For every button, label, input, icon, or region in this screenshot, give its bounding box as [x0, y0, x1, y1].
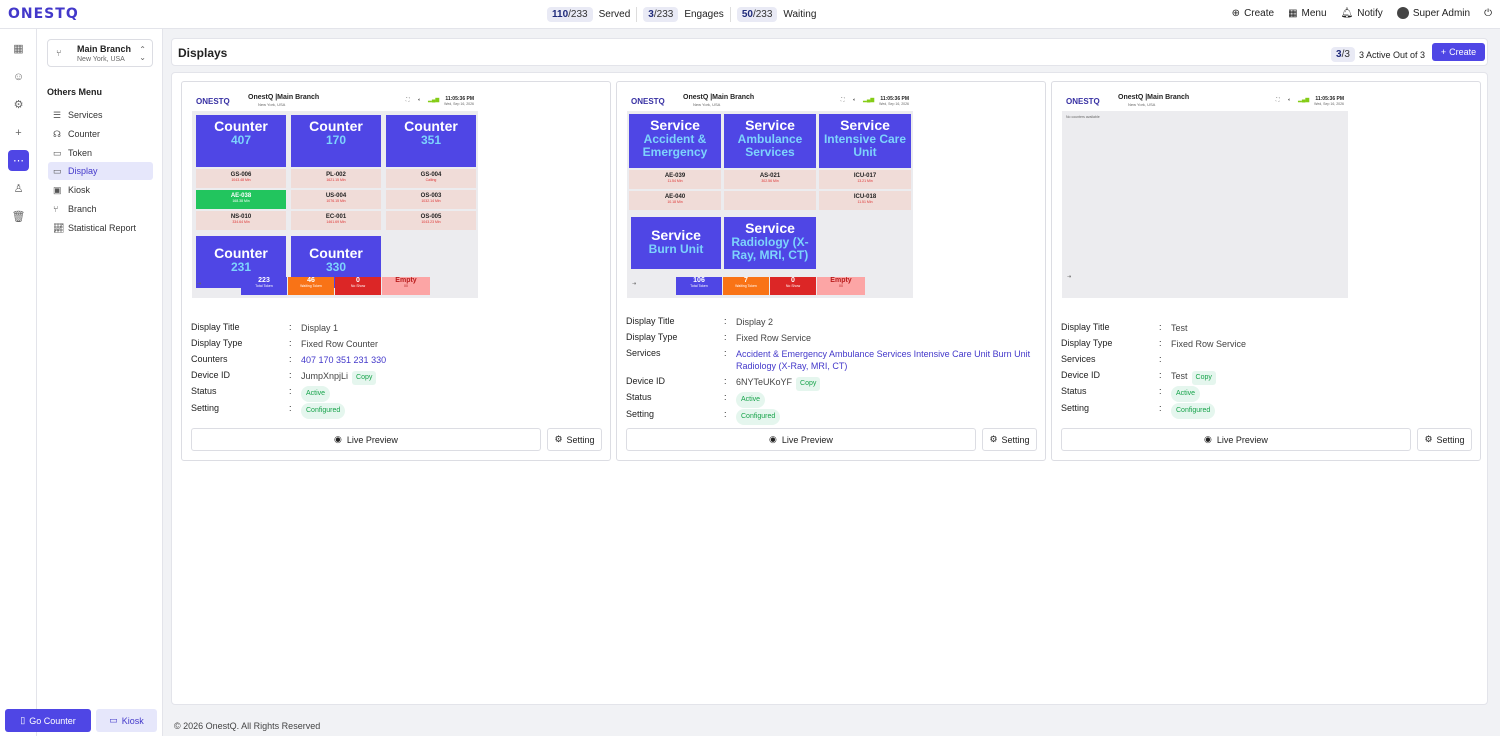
gear-icon: ⚙ [554, 434, 563, 444]
signal-icon: ▂▄▆ [863, 97, 875, 103]
settings-icon[interactable]: ⚙ [8, 94, 29, 115]
signal-icon: ▂▄▆ [1298, 97, 1310, 103]
bell-icon: 🔔︎ [1340, 7, 1354, 19]
trash-icon[interactable]: 🗑︎ [8, 206, 29, 227]
fullscreen-icon: ⛶ [841, 97, 845, 103]
sidebar-item-token[interactable]: ▭ Token [48, 144, 153, 162]
dashboard-icon[interactable]: ▦ [8, 38, 29, 59]
add-icon[interactable]: + [8, 122, 29, 143]
stat-engages: 3/233 Engages [643, 7, 731, 22]
kiosk-button[interactable]: ▭ Kiosk [96, 709, 157, 732]
stat-served: 110/233 Served [547, 7, 638, 22]
branch-icon: ⑂ [56, 48, 62, 58]
more-icon[interactable]: ⋯ [8, 150, 29, 171]
sidebar: ⑂ Main Branch New York, USA ⌃ ⌄ Others Me… [37, 29, 163, 736]
fullscreen-icon: ⛶ [1276, 97, 1280, 103]
live-preview-button[interactable]: ◉ Live Preview [626, 428, 976, 451]
plus-circle-icon: ⊕ [1231, 7, 1241, 19]
speaker-icon: 🔈︎ [418, 97, 422, 103]
sidebar-item-branch[interactable]: ⑂ Branch [48, 200, 153, 218]
plus-icon: + [1440, 47, 1447, 57]
status-badge: Active [736, 392, 766, 408]
setting-badge: Configured [301, 403, 346, 419]
gear-icon: ⚙ [1424, 434, 1433, 444]
status-badge: Active [1171, 386, 1201, 402]
report-icon: 📈︎ [53, 222, 65, 233]
copy-button[interactable]: Copy [1191, 371, 1216, 385]
user-menu[interactable]: Super Admin [1396, 7, 1470, 19]
speaker-icon: 🔈︎ [853, 97, 857, 103]
eye-icon: ◉ [334, 434, 342, 444]
setting-badge: Configured [736, 409, 781, 425]
top-bar: ONESTQ 110/233 Served 3/233 Engages 50/233… [0, 0, 1500, 29]
display-card: ONESTQ OnestQ |Main Branch New York, USA… [181, 81, 611, 461]
icon-rail: ▦ ☺ ⚙ + ⋯ ♙ 🗑︎ [0, 29, 37, 736]
live-preview-button[interactable]: ◉ Live Preview [191, 428, 541, 451]
setting-button[interactable]: ⚙ Setting [1417, 428, 1472, 451]
app-logo[interactable]: ONESTQ [8, 6, 79, 22]
user-icon[interactable]: ☺ [8, 66, 29, 87]
display-card: ONESTQ OnestQ |Main Branch New York, USA… [616, 81, 1046, 461]
eye-icon: ◉ [769, 434, 777, 444]
status-badge: Active [301, 386, 331, 402]
counter-icon: ▯ [20, 715, 26, 725]
speaker-icon: 🔈︎ [1288, 97, 1292, 103]
setting-button[interactable]: ⚙ Setting [547, 428, 602, 451]
signal-icon: ▂▄▆ [428, 97, 440, 103]
go-counter-button[interactable]: ▯ Go Counter [5, 709, 91, 732]
display-preview[interactable]: ONESTQ OnestQ |Main Branch New York, USA… [1062, 91, 1348, 298]
profile-icon[interactable]: ♙ [8, 178, 29, 199]
copyright: © 2026 OnestQ. All Rights Reserved [174, 721, 321, 731]
branch-selector[interactable]: ⑂ Main Branch New York, USA ⌃ ⌄ [47, 39, 153, 67]
page-title: Displays [178, 46, 228, 60]
kiosk-icon: ▣ [53, 184, 62, 195]
exit-icon: ⇥ [197, 281, 202, 287]
empty-message: No counters available [1066, 115, 1100, 119]
display-icon: ▭ [53, 165, 62, 176]
setting-button[interactable]: ⚙ Setting [982, 428, 1037, 451]
top-actions: ⊕ Create ▦ Menu 🔔︎ Notify Super Admin ⏻ [1232, 7, 1492, 19]
branch-icon: ⑂ [53, 204, 59, 214]
kiosk-icon: ▭ [109, 715, 118, 725]
sidebar-item-report[interactable]: 📈︎ Statistical Report [48, 219, 153, 237]
copy-button[interactable]: Copy [352, 371, 377, 385]
sidebar-item-kiosk[interactable]: ▣ Kiosk [48, 181, 153, 199]
active-count: 3/3 3 Active Out of 3 [1331, 47, 1425, 62]
display-preview[interactable]: ONESTQ OnestQ |Main Branch New York, USA… [627, 91, 913, 298]
exit-icon: ⇥ [632, 281, 637, 287]
stat-waiting: 50/233 Waiting [736, 7, 823, 22]
sidebar-item-display[interactable]: ▭ Display [48, 162, 153, 180]
live-preview-button[interactable]: ◉ Live Preview [1061, 428, 1411, 451]
sidebar-item-counter[interactable]: ☊ Counter [48, 125, 153, 143]
grid-icon: ▦ [1288, 7, 1298, 19]
sidebar-item-services[interactable]: ☰ Services [48, 106, 153, 124]
services-icon: ☰ [53, 109, 62, 120]
gear-icon: ⚙ [989, 434, 998, 444]
display-preview[interactable]: ONESTQ OnestQ |Main Branch New York, USA… [192, 91, 478, 298]
display-card: ONESTQ OnestQ |Main Branch New York, USA… [1051, 81, 1481, 461]
counter-icon: ☊ [53, 128, 61, 139]
fullscreen-icon: ⛶ [406, 97, 410, 103]
token-icon: ▭ [53, 147, 62, 158]
create-display-button[interactable]: + Create [1432, 43, 1485, 61]
exit-icon: ⇥ [1067, 274, 1072, 280]
eye-icon: ◉ [1204, 434, 1212, 444]
create-button[interactable]: ⊕ Create [1232, 8, 1274, 19]
setting-badge: Configured [1171, 403, 1216, 419]
power-icon[interactable]: ⏻ [1484, 8, 1492, 19]
chevron-updown-icon: ⌃ ⌄ [139, 45, 146, 62]
page-header: Displays 3/3 3 Active Out of 3 + Create [171, 38, 1488, 66]
notify-button[interactable]: 🔔︎ Notify [1341, 8, 1383, 19]
stats-bar: 110/233 Served 3/233 Engages 50/233 Waiting [547, 7, 822, 22]
copy-button[interactable]: Copy [796, 377, 821, 391]
menu-button[interactable]: ▦ Menu [1288, 8, 1326, 19]
section-title: Others Menu [47, 87, 103, 97]
avatar [1396, 7, 1409, 19]
